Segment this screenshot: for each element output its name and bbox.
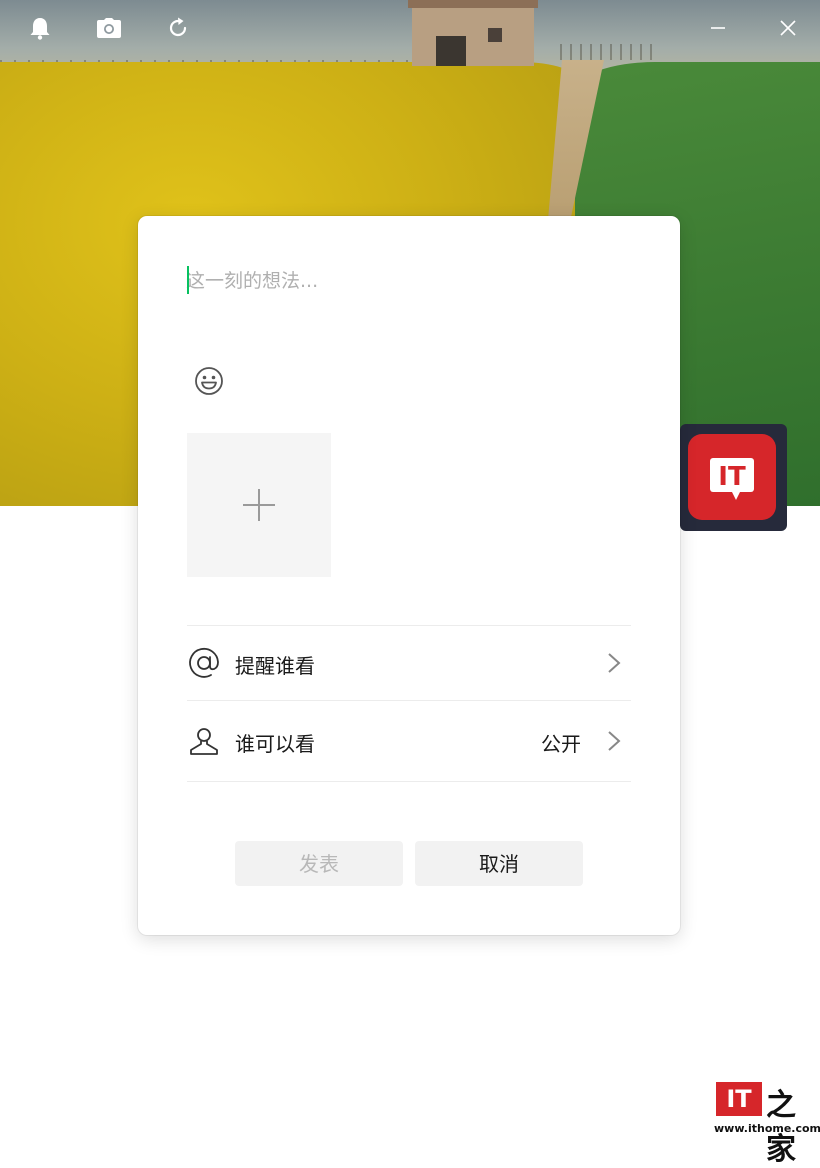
cover-house-door — [436, 36, 466, 66]
plus-icon — [243, 489, 275, 521]
bell-icon[interactable] — [26, 14, 54, 42]
add-photo-button[interactable] — [187, 433, 331, 577]
minimize-icon[interactable] — [704, 14, 732, 42]
close-icon[interactable] — [774, 14, 802, 42]
avatar[interactable]: IT — [680, 424, 787, 531]
text-caret — [187, 266, 189, 294]
person-icon — [187, 724, 221, 758]
chevron-right-icon — [608, 731, 621, 751]
svg-text:IT: IT — [718, 462, 746, 492]
divider — [187, 781, 631, 782]
cover-house-window — [488, 28, 502, 42]
cover-house-roof — [408, 0, 538, 8]
camera-icon[interactable] — [95, 14, 123, 42]
remind-who-label: 提醒谁看 — [235, 654, 315, 678]
post-text-placeholder: 这一刻的想法... — [186, 270, 319, 292]
cancel-button[interactable]: 取消 — [415, 841, 583, 886]
who-can-see-row[interactable]: 谁可以看 公开 — [187, 704, 631, 780]
post-button[interactable]: 发表 — [235, 841, 403, 886]
who-can-see-value: 公开 — [541, 732, 581, 756]
post-text-input[interactable]: 这一刻的想法... — [186, 266, 626, 296]
watermark-logo: IT — [716, 1082, 762, 1116]
cover-house — [408, 0, 538, 66]
avatar-logo: IT — [688, 434, 776, 520]
smile-icon[interactable] — [192, 364, 226, 398]
cover-fence-right — [560, 44, 660, 60]
who-can-see-label: 谁可以看 — [235, 732, 315, 756]
at-icon — [187, 646, 221, 680]
post-composer-dialog: 这一刻的想法... 提醒谁看 谁可以看 公开 发表 取消 — [138, 216, 680, 935]
divider — [187, 700, 631, 701]
remind-who-row[interactable]: 提醒谁看 — [187, 626, 631, 702]
watermark: IT 之家 www.ithome.com — [714, 1080, 820, 1167]
chevron-right-icon — [608, 653, 621, 673]
watermark-url: www.ithome.com — [714, 1122, 820, 1135]
refresh-icon[interactable] — [164, 14, 192, 42]
